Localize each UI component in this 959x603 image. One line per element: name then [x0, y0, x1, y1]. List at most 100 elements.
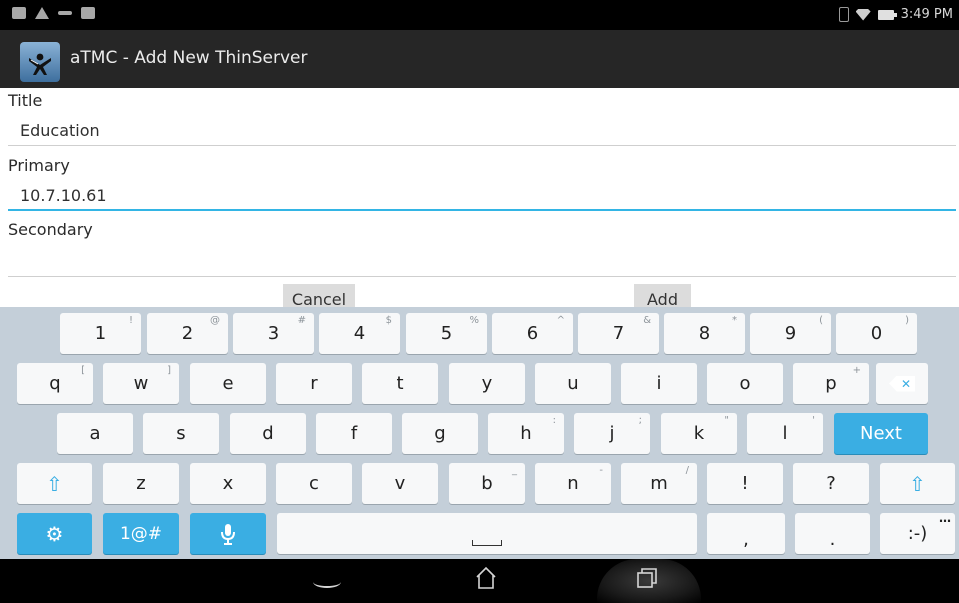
atmc-logo-icon[interactable]	[20, 42, 60, 82]
key-label: 8	[698, 323, 711, 344]
key-next[interactable]: Next	[834, 413, 928, 454]
key-label: y	[481, 373, 493, 394]
key-label: n	[567, 473, 579, 494]
key-period[interactable]: .	[795, 513, 870, 554]
key-row1-9[interactable]: 0)	[836, 313, 917, 354]
key-row4-3[interactable]: v	[362, 463, 438, 504]
back-icon[interactable]	[313, 576, 341, 588]
key-row1-0[interactable]: 1!	[60, 313, 141, 354]
microphone-icon	[221, 523, 235, 545]
secondary-label: Secondary	[8, 220, 93, 239]
cancel-button[interactable]: Cancel	[283, 284, 355, 308]
key-row3-6[interactable]: j;	[574, 413, 650, 454]
title-label: Title	[8, 91, 43, 110]
person-figure-icon	[29, 53, 51, 75]
key-label: p	[825, 373, 837, 394]
key-row1-4[interactable]: 5%	[406, 313, 487, 354]
key-label: 4	[353, 323, 366, 344]
key-row4-0[interactable]: z	[103, 463, 179, 504]
key-comma[interactable]: ,	[707, 513, 785, 554]
key-row2-3[interactable]: r	[276, 363, 352, 404]
key-secondary-label: )	[905, 315, 909, 326]
key-label: 1	[94, 323, 107, 344]
key-secondary-label: *	[732, 315, 737, 326]
key-row3-1[interactable]: s	[143, 413, 219, 454]
title-input[interactable]: Education	[8, 116, 956, 146]
key-label: m	[650, 473, 668, 494]
key-symbols[interactable]: 1@#	[103, 513, 179, 554]
key-label: a	[89, 423, 101, 444]
key-row2-2[interactable]: e	[190, 363, 266, 404]
key-secondary-label: -	[599, 465, 603, 476]
home-icon[interactable]	[474, 566, 498, 590]
key-label: c	[309, 473, 319, 494]
key-label: j	[609, 423, 615, 444]
key-row1-5[interactable]: 6 ^	[492, 313, 573, 354]
shift-icon: ⇧	[909, 471, 926, 496]
key-row2-1[interactable]: w]	[103, 363, 179, 404]
key-row3-4[interactable]: g	[402, 413, 478, 454]
key-row1-8[interactable]: 9(	[750, 313, 831, 354]
key-row1-6[interactable]: 7 &	[578, 313, 659, 354]
key-space[interactable]	[277, 513, 697, 554]
key-label: w	[133, 373, 149, 394]
key-secondary-label: "	[724, 415, 729, 426]
key-row4-8[interactable]: ?	[793, 463, 869, 504]
key-row3-8[interactable]: l '	[747, 413, 823, 454]
status-bar: 3:49 PM	[0, 0, 959, 30]
key-row1-2[interactable]: 3 #	[233, 313, 314, 354]
key-label: i	[656, 373, 662, 394]
key-row3-2[interactable]: d	[230, 413, 306, 454]
recent-apps-icon[interactable]	[636, 567, 658, 589]
key-row2-0[interactable]: q[	[17, 363, 93, 404]
key-row3-7[interactable]: k "	[661, 413, 737, 454]
key-secondary-label: ]	[167, 365, 171, 376]
symbols-label: 1@#	[119, 523, 163, 544]
key-label: v	[394, 473, 406, 494]
key-row2-8[interactable]: o	[707, 363, 783, 404]
key-secondary-label: (	[819, 315, 823, 326]
key-row1-3[interactable]: 4 $	[319, 313, 400, 354]
key-row3-5[interactable]: h:	[488, 413, 564, 454]
key-row1-1[interactable]: 2 @	[147, 313, 228, 354]
key-row4-4[interactable]: b _	[449, 463, 525, 504]
key-settings[interactable]: ⚙	[17, 513, 92, 554]
key-voice[interactable]	[190, 513, 266, 554]
key-label: 0	[870, 323, 883, 344]
emoticon-more-indicator: …	[939, 511, 951, 525]
key-row3-0[interactable]: a	[57, 413, 133, 454]
key-label: d	[262, 423, 274, 444]
key-secondary-label: #	[297, 315, 306, 326]
key-label: x	[222, 473, 234, 494]
key-row2-6[interactable]: u	[535, 363, 611, 404]
key-row2-7[interactable]: i	[621, 363, 697, 404]
key-row4-2[interactable]: c	[276, 463, 352, 504]
key-label: o	[739, 373, 751, 394]
comma-label: ,	[743, 529, 749, 550]
key-shift-right[interactable]: ⇧	[880, 463, 955, 504]
battery-charging-icon	[877, 9, 897, 20]
warning-icon	[35, 7, 49, 19]
key-label: e	[222, 373, 234, 394]
key-secondary-label: _	[512, 465, 517, 476]
key-row2-9[interactable]: p +	[793, 363, 869, 404]
key-backspace[interactable]: ✕	[876, 363, 928, 404]
gear-icon: ⚙	[45, 521, 64, 546]
key-emoticon[interactable]: :-) …	[880, 511, 955, 554]
clipboard-icon	[81, 7, 95, 19]
key-shift-left[interactable]: ⇧	[17, 463, 92, 504]
add-button[interactable]: Add	[634, 284, 691, 308]
primary-input[interactable]: 10.7.10.61	[8, 181, 956, 211]
key-row2-4[interactable]: t	[362, 363, 438, 404]
key-row2-5[interactable]: y	[449, 363, 525, 404]
key-label: k	[693, 423, 705, 444]
key-row4-5[interactable]: n-	[535, 463, 611, 504]
app-title: aTMC - Add New ThinServer	[70, 48, 308, 68]
secondary-input[interactable]	[8, 247, 956, 277]
key-row3-3[interactable]: f	[316, 413, 392, 454]
key-row4-1[interactable]: x	[190, 463, 266, 504]
key-row1-7[interactable]: 8 *	[664, 313, 745, 354]
key-row4-7[interactable]: !	[707, 463, 783, 504]
key-row4-6[interactable]: m /	[621, 463, 697, 504]
key-label: f	[350, 423, 358, 444]
